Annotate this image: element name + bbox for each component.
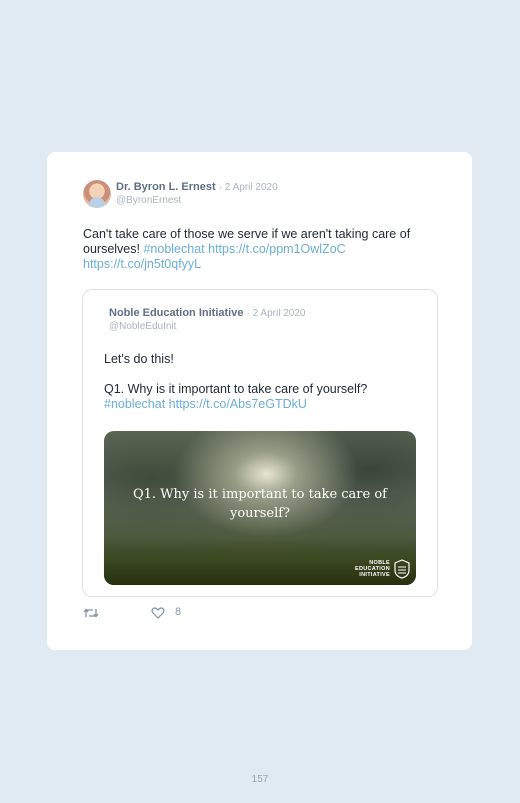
quoted-line-1: Let's do this! [104, 352, 174, 366]
page-number: 157 [251, 774, 269, 785]
author-name-line[interactable]: Dr. Byron L. Ernest · 2 April 2020 [116, 181, 278, 193]
like-count: 8 [175, 606, 182, 618]
tweet-card: Dr. Byron L. Ernest · 2 April 2020 @Byro… [47, 152, 472, 650]
image-caption-line-1: Q1. Why is it important to take care of [132, 487, 387, 502]
image-caption-line-2: yourself? [229, 506, 291, 521]
quoted-hashtag-link[interactable]: #noblechat [104, 397, 165, 411]
tweet-link-2[interactable]: https://t.co/jn5t0qfyyL [83, 257, 201, 271]
quoted-author-handle[interactable]: @NobleEduInit [109, 321, 176, 332]
quoted-author-name[interactable]: Noble Education Initiative [109, 307, 243, 319]
heart-icon[interactable] [151, 606, 165, 620]
tweet-text: Can't take care of those we serve if we … [83, 227, 443, 272]
author-handle[interactable]: @ByronErnest [116, 195, 181, 206]
quoted-line-2: Q1. Why is it important to take care of … [104, 382, 368, 396]
quoted-tweet[interactable]: Noble Education Initiative · 2 April 202… [82, 289, 438, 597]
shield-icon [394, 559, 410, 579]
image-caption: Q1. Why is it important to take care of … [104, 485, 416, 523]
quoted-author-line[interactable]: Noble Education Initiative · 2 April 202… [109, 307, 305, 319]
tweet-date[interactable]: · 2 April 2020 [219, 182, 278, 193]
logo-text: NOBLE EDUCATION INITIATIVE [355, 560, 390, 578]
quoted-image[interactable]: Q1. Why is it important to take care of … [104, 431, 416, 585]
quoted-date[interactable]: · 2 April 2020 [247, 308, 306, 319]
author-name[interactable]: Dr. Byron L. Ernest [116, 181, 216, 193]
author-avatar[interactable] [83, 180, 111, 208]
retweet-icon[interactable] [83, 606, 99, 620]
logo-line-3: INITIATIVE [359, 572, 390, 578]
quoted-text: Let's do this! Q1. Why is it important t… [104, 352, 424, 412]
quoted-link[interactable]: https://t.co/Abs7eGTDkU [169, 397, 307, 411]
noble-logo: NOBLE EDUCATION INITIATIVE [355, 559, 410, 579]
tweet-link-1[interactable]: https://t.co/ppm1OwlZoC [208, 242, 346, 256]
hashtag-link[interactable]: #noblechat [143, 242, 204, 256]
